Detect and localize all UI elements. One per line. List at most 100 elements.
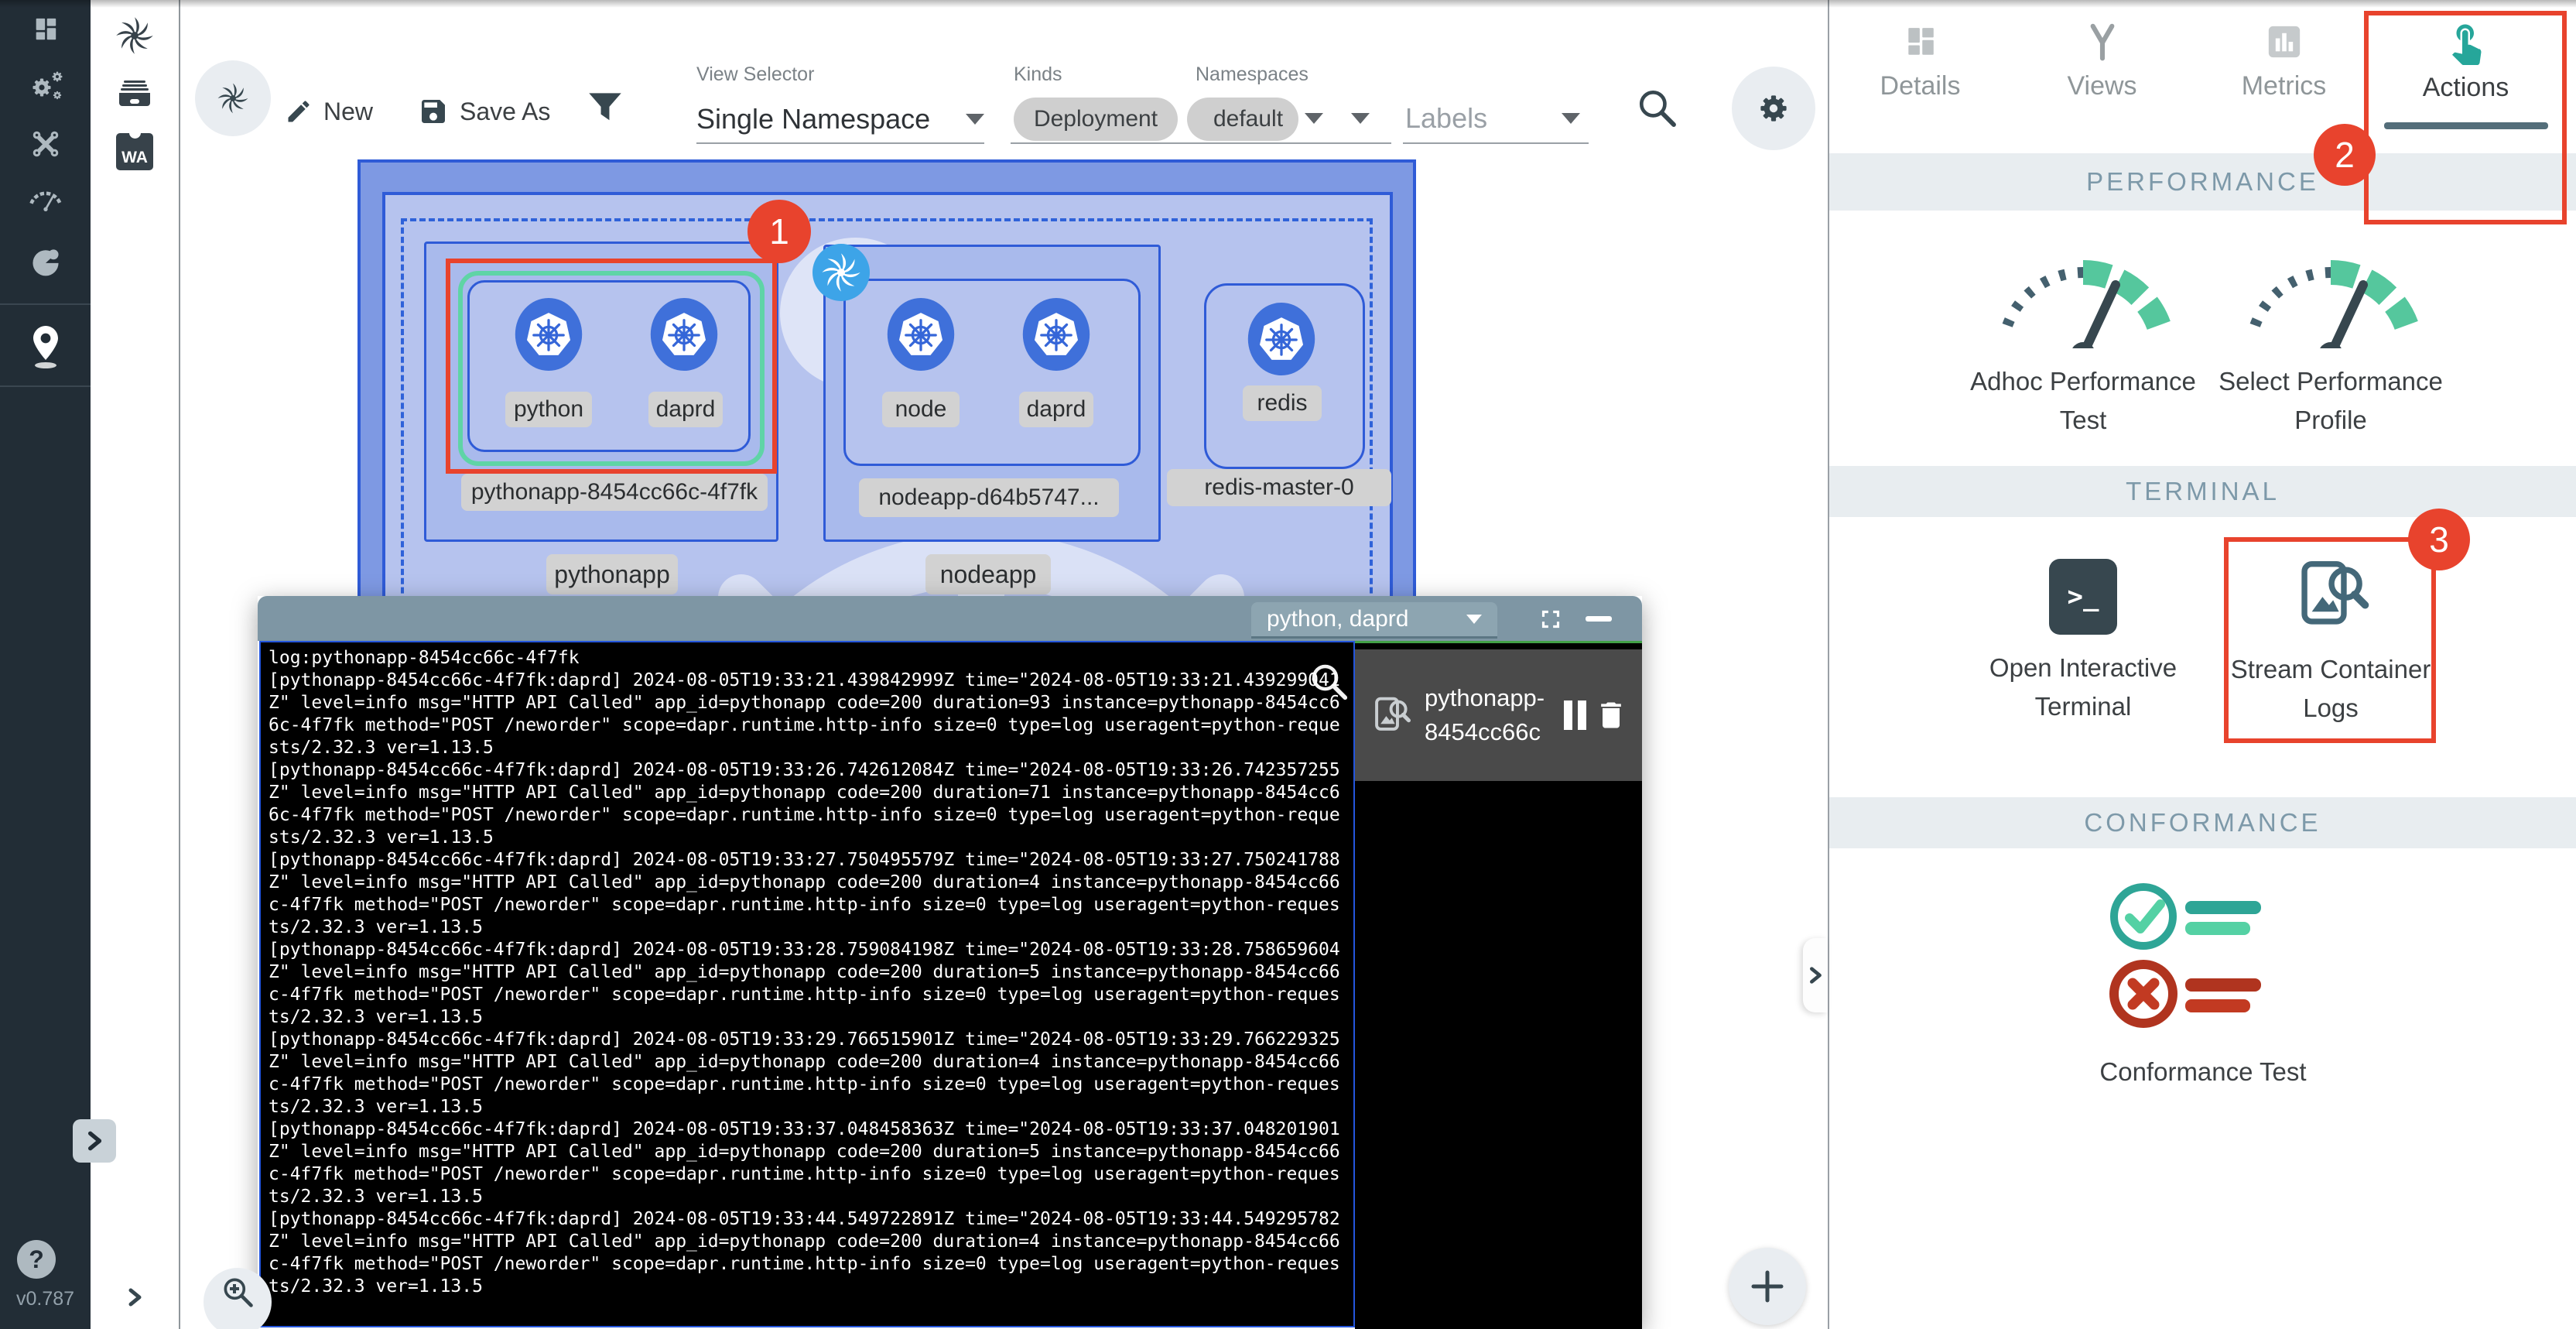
sidebar-item-lifecycle[interactable] <box>0 67 91 107</box>
canvas-mode-button[interactable] <box>195 60 271 136</box>
trash-icon[interactable] <box>1594 698 1628 732</box>
session-title-line2: 8454cc66c <box>1425 715 1564 749</box>
log-output-pane[interactable]: log:pythonapp-8454cc66c-4f7fk [pythonapp… <box>259 641 1355 1327</box>
catalog-tray-icon <box>115 75 154 114</box>
rail-collapse-chevron[interactable] <box>91 1277 179 1317</box>
rail-item-catalog[interactable] <box>91 74 179 115</box>
annotation-rect-3 <box>2224 537 2436 743</box>
pod-label-redis-master: redis-master-0 <box>1167 469 1391 506</box>
namespace-chip-default[interactable]: default <box>1198 98 1298 141</box>
kind-chip-deployment[interactable]: Deployment <box>1014 98 1178 141</box>
labels-chevron-down-icon[interactable] <box>1562 113 1580 124</box>
tab-views-label: Views <box>2067 71 2136 101</box>
log-session-tab-pythonapp[interactable]: pythonapp- 8454cc66c <box>1355 649 1642 781</box>
metrics-barchart-icon <box>2263 20 2306 63</box>
tab-metrics[interactable]: Metrics <box>2193 0 2375 139</box>
zoom-in-button[interactable] <box>204 1268 272 1329</box>
pause-icon[interactable] <box>1564 700 1586 730</box>
log-entry: [pythonapp-8454cc66c-4f7fk:daprd] 2024-0… <box>269 759 1346 849</box>
action-conformance-test[interactable]: Conformance Test <box>2071 873 2335 1091</box>
container-redis-icon[interactable] <box>1244 294 1319 384</box>
sidebar-item-dashboard[interactable] <box>0 9 91 50</box>
tab-details[interactable]: Details <box>1829 0 2011 139</box>
extensions-icon <box>28 244 63 279</box>
container-label-daprd2: daprd <box>1019 392 1093 427</box>
sidebar-expand-button[interactable] <box>73 1119 116 1163</box>
tab-views[interactable]: Views <box>2011 0 2193 139</box>
view-selector-dropdown[interactable]: Single Namespace <box>696 99 984 139</box>
action-label: Conformance Test <box>2071 1053 2335 1091</box>
filter-funnel-icon <box>587 91 624 127</box>
snowflake-asterisk-icon <box>216 81 250 115</box>
deployment-label-pythonapp: pythonapp <box>546 554 678 594</box>
annotation-badge-1: 1 <box>747 200 811 263</box>
performance-gauge-icon <box>2238 232 2424 348</box>
search-button[interactable] <box>1634 85 1679 134</box>
kanvas-pin-icon <box>27 324 64 371</box>
dapr-logo-icon[interactable] <box>812 244 870 301</box>
container-selector-value: python, daprd <box>1267 606 1466 632</box>
underline <box>696 142 984 144</box>
sidebar-divider <box>0 303 91 305</box>
sidebar-item-configuration[interactable] <box>0 124 91 164</box>
sidebar-item-extensions[interactable] <box>0 240 91 283</box>
add-node-fab[interactable] <box>1729 1248 1806 1325</box>
view-selector-value: Single Namespace <box>696 103 930 135</box>
action-open-interactive-terminal[interactable]: >_ Open Interactive Terminal <box>1959 559 2207 726</box>
session-title-line1: pythonapp- <box>1425 681 1564 715</box>
labels-select[interactable]: Labels <box>1405 102 1487 135</box>
minimize-icon[interactable] <box>1586 616 1612 622</box>
filter-button[interactable] <box>587 91 624 131</box>
namespaces-label: Namespaces <box>1196 63 1309 86</box>
annotation-rect-2 <box>2364 11 2567 224</box>
underline <box>1196 142 1391 144</box>
action-adhoc-performance-test[interactable]: Adhoc Performance Test <box>1952 232 2215 440</box>
log-entry: [pythonapp-8454cc66c-4f7fk:daprd] 2024-0… <box>269 1118 1346 1208</box>
action-select-performance-profile[interactable]: Select Performance Profile <box>2199 232 2462 440</box>
save-as-button-label: Save As <box>460 98 550 126</box>
dashboard-icon <box>29 12 63 46</box>
namespaces-chevron-down-icon[interactable] <box>1351 113 1370 124</box>
log-header-line: log:pythonapp-8454cc66c-4f7fk <box>269 647 1346 670</box>
panel-expand-tab[interactable] <box>1803 938 1828 1012</box>
kinds-label: Kinds <box>1014 63 1062 86</box>
settings-button[interactable] <box>1732 67 1815 150</box>
sidebar-item-kanvas[interactable] <box>0 322 91 373</box>
kinds-chevron-down-icon[interactable] <box>1305 113 1323 124</box>
terminal-prompt-icon: >_ <box>2049 559 2117 635</box>
help-button[interactable]: ? <box>17 1240 56 1279</box>
views-y-icon <box>2081 20 2124 63</box>
rail-item-wasm[interactable]: WA <box>91 132 179 172</box>
fullscreen-icon[interactable] <box>1536 605 1565 634</box>
log-entry: [pythonapp-8454cc66c-4f7fk:daprd] 2024-0… <box>269 939 1346 1029</box>
action-label: Adhoc Performance Test <box>1959 362 2207 440</box>
annotation-badge-3: 3 <box>2408 509 2470 570</box>
zoom-in-icon <box>220 1274 255 1310</box>
rail-item-meshery[interactable] <box>91 14 179 57</box>
wasm-icon: WA <box>116 133 153 170</box>
container-label-node: node <box>882 392 960 427</box>
container-daprd2-icon[interactable] <box>1019 289 1093 379</box>
pencil-icon <box>285 98 313 125</box>
log-sessions-pane: pythonapp- 8454cc66c <box>1355 641 1642 1329</box>
pod-label-nodeapp: nodeapp-d64b5747... <box>859 478 1119 517</box>
lifecycle-gears-icon <box>28 69 63 104</box>
annotation-badge-2: 2 <box>2314 124 2376 186</box>
container-node-icon[interactable] <box>884 289 958 379</box>
new-button[interactable]: New <box>285 93 373 130</box>
tab-details-label: Details <box>1880 71 1961 101</box>
save-icon <box>418 96 449 127</box>
zoom-cursor-icon <box>1307 659 1350 703</box>
log-entry: [pythonapp-8454cc66c-4f7fk:daprd] 2024-0… <box>269 849 1346 939</box>
app-version: v0.787 <box>0 1288 91 1310</box>
deployment-label-nodeapp: nodeapp <box>925 554 1051 594</box>
sidebar-item-performance[interactable] <box>0 180 91 220</box>
gear-icon <box>1753 88 1794 128</box>
chevron-down-icon <box>1466 615 1482 624</box>
container-selector-dropdown[interactable]: python, daprd <box>1251 602 1497 639</box>
section-header-conformance: CONFORMANCE <box>1829 797 2576 848</box>
terminal-titlebar[interactable]: python, daprd <box>258 596 1642 641</box>
save-as-button[interactable]: Save As <box>418 93 550 130</box>
configuration-tools-icon <box>29 127 63 161</box>
stream-logs-icon <box>1369 694 1412 737</box>
